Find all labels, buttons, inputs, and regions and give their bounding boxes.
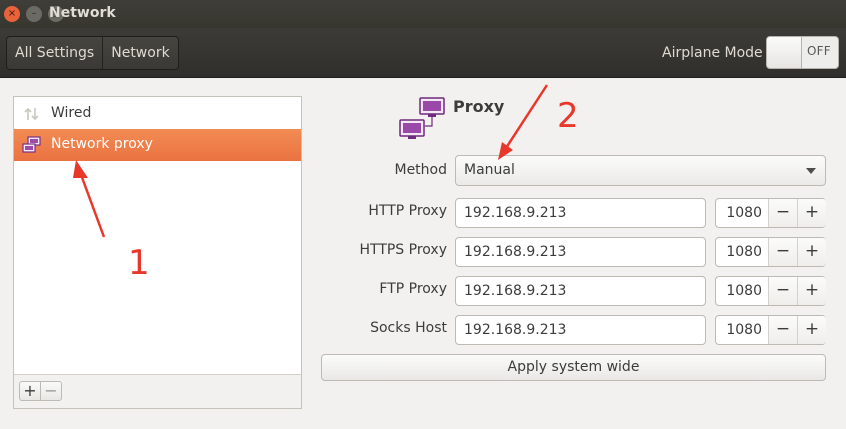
connection-list: Wired Network proxy + − — [13, 96, 302, 409]
socks-port-decrement-button[interactable]: − — [768, 316, 797, 344]
method-value: Manual — [464, 162, 515, 178]
ftp-proxy-port-spinner: 1080 − + — [715, 276, 826, 306]
network-proxy-icon — [399, 97, 445, 139]
breadcrumb-network[interactable]: Network — [102, 37, 177, 69]
sidebar-item-label: Wired — [51, 105, 92, 121]
https-proxy-port-input[interactable]: 1080 — [716, 238, 768, 266]
annotation-number-1: 1 — [128, 243, 150, 283]
window-title: Network — [49, 5, 116, 21]
http-proxy-label: HTTP Proxy — [368, 203, 447, 219]
socks-port-spinner: 1080 − + — [715, 315, 826, 345]
annotation-number-2: 2 — [557, 96, 579, 136]
https-proxy-port-spinner: 1080 − + — [715, 237, 826, 267]
breadcrumb: All Settings Network — [6, 36, 179, 70]
ftp-port-decrement-button[interactable]: − — [768, 277, 797, 305]
breadcrumb-all-settings[interactable]: All Settings — [7, 37, 102, 69]
airplane-mode-state: OFF — [807, 44, 831, 58]
https-port-decrement-button[interactable]: − — [768, 238, 797, 266]
window-titlebar: × – □ Network — [0, 0, 846, 28]
wired-icon — [24, 107, 39, 121]
airplane-mode-switch[interactable]: OFF — [766, 36, 839, 69]
ftp-proxy-port-input[interactable]: 1080 — [716, 277, 768, 305]
switch-knob[interactable] — [767, 37, 802, 68]
socks-host-label: Socks Host — [370, 320, 447, 336]
http-port-decrement-button[interactable]: − — [768, 199, 797, 227]
socks-port-increment-button[interactable]: + — [797, 316, 826, 344]
http-proxy-port-spinner: 1080 − + — [715, 198, 826, 228]
proxy-title: Proxy — [453, 97, 505, 116]
method-dropdown[interactable]: Manual — [455, 155, 826, 186]
sidebar-item-wired[interactable]: Wired — [14, 98, 301, 130]
ftp-port-increment-button[interactable]: + — [797, 277, 826, 305]
network-proxy-icon — [22, 136, 41, 153]
remove-connection-button[interactable]: − — [40, 381, 62, 401]
chevron-down-icon — [806, 168, 816, 174]
socks-host-input[interactable]: 192.168.9.213 — [455, 315, 706, 345]
socks-port-input[interactable]: 1080 — [716, 316, 768, 344]
http-port-increment-button[interactable]: + — [797, 199, 826, 227]
close-icon: × — [7, 8, 17, 19]
airplane-mode-label: Airplane Mode — [662, 45, 763, 61]
add-connection-button[interactable]: + — [19, 381, 41, 401]
header-bar: All Settings Network Airplane Mode — [0, 28, 846, 78]
ftp-proxy-host-input[interactable]: 192.168.9.213 — [455, 276, 706, 306]
apply-system-wide-button[interactable]: Apply system wide — [321, 354, 826, 381]
minimize-icon: – — [31, 8, 37, 19]
annotation-arrow-2 — [504, 84, 549, 149]
sidebar-footer: + − — [14, 374, 301, 408]
sidebar-item-network-proxy[interactable]: Network proxy — [14, 129, 301, 161]
http-proxy-host-input[interactable]: 192.168.9.213 — [455, 198, 706, 228]
http-proxy-port-input[interactable]: 1080 — [716, 199, 768, 227]
https-proxy-host-input[interactable]: 192.168.9.213 — [455, 237, 706, 267]
ftp-proxy-label: FTP Proxy — [379, 281, 447, 297]
close-window-button[interactable]: × — [4, 6, 20, 22]
minimize-window-button[interactable]: – — [26, 6, 42, 22]
https-proxy-label: HTTPS Proxy — [359, 242, 447, 258]
sidebar-item-label: Network proxy — [51, 136, 153, 152]
https-port-increment-button[interactable]: + — [797, 238, 826, 266]
method-label: Method — [394, 162, 447, 178]
